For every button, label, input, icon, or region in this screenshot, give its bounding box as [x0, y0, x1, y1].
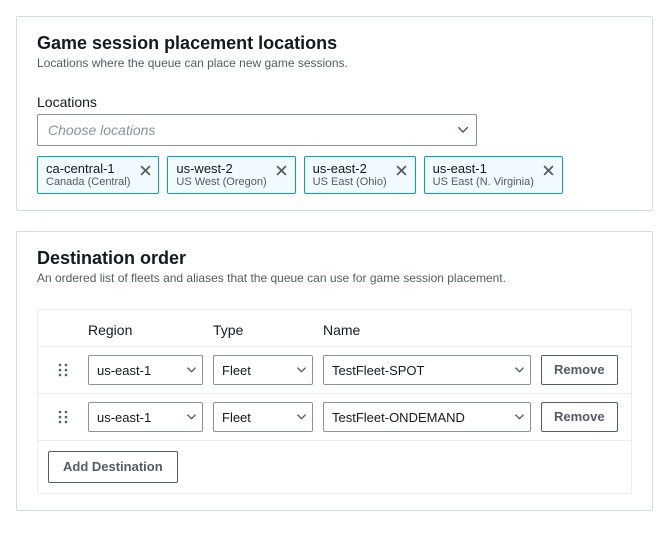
token-name: US West (Oregon) [176, 176, 266, 189]
destination-order-panel: Destination order An ordered list of fle… [16, 231, 653, 511]
placement-desc: Locations where the queue can place new … [37, 56, 632, 70]
token-code: ca-central-1 [46, 161, 130, 176]
token-name: US East (N. Virginia) [433, 176, 534, 189]
col-header-region: Region [88, 322, 203, 338]
locations-placeholder: Choose locations [48, 122, 155, 138]
destination-title: Destination order [37, 248, 632, 269]
region-value: us-east-1 [97, 410, 151, 425]
drag-handle-icon[interactable] [58, 363, 68, 377]
chevron-down-icon [515, 368, 524, 373]
name-select[interactable]: TestFleet-SPOT [323, 355, 531, 385]
region-select[interactable]: us-east-1 [88, 402, 203, 432]
chevron-down-icon [297, 368, 306, 373]
close-icon[interactable] [273, 161, 291, 179]
location-token: us-east-1 US East (N. Virginia) [424, 156, 563, 194]
token-code: us-east-2 [313, 161, 387, 176]
region-value: us-east-1 [97, 363, 151, 378]
location-token: us-east-2 US East (Ohio) [304, 156, 416, 194]
token-code: us-west-2 [176, 161, 266, 176]
placement-title: Game session placement locations [37, 33, 632, 54]
location-tokens: ca-central-1 Canada (Central) us-west-2 … [37, 156, 632, 194]
col-header-type: Type [213, 322, 313, 338]
name-value: TestFleet-ONDEMAND [332, 410, 465, 425]
type-select[interactable]: Fleet [213, 402, 313, 432]
table-header-row: Region Type Name [38, 310, 631, 346]
col-header-name: Name [323, 322, 531, 338]
location-token: ca-central-1 Canada (Central) [37, 156, 159, 194]
chevron-down-icon [187, 415, 196, 420]
add-destination-button[interactable]: Add Destination [48, 451, 178, 483]
token-name: US East (Ohio) [313, 176, 387, 189]
chevron-down-icon [515, 415, 524, 420]
name-value: TestFleet-SPOT [332, 363, 424, 378]
table-row: us-east-1 Fleet TestFleet-ONDEMAND [38, 393, 631, 440]
region-select[interactable]: us-east-1 [88, 355, 203, 385]
drag-handle-icon[interactable] [58, 410, 68, 424]
locations-trigger[interactable]: Choose locations [37, 114, 477, 146]
locations-multiselect[interactable]: Choose locations [37, 114, 477, 146]
type-value: Fleet [222, 363, 251, 378]
placement-locations-panel: Game session placement locations Locatio… [16, 16, 653, 211]
name-select[interactable]: TestFleet-ONDEMAND [323, 402, 531, 432]
token-code: us-east-1 [433, 161, 534, 176]
destination-desc: An ordered list of fleets and aliases th… [37, 271, 632, 285]
location-token: us-west-2 US West (Oregon) [167, 156, 295, 194]
table-row: us-east-1 Fleet TestFleet-SPOT [38, 346, 631, 393]
close-icon[interactable] [393, 161, 411, 179]
chevron-down-icon [458, 127, 468, 133]
remove-button[interactable]: Remove [541, 355, 618, 385]
close-icon[interactable] [540, 161, 558, 179]
close-icon[interactable] [136, 161, 154, 179]
chevron-down-icon [297, 415, 306, 420]
locations-label: Locations [37, 94, 632, 110]
destination-table: Region Type Name us-east-1 [37, 309, 632, 494]
type-value: Fleet [222, 410, 251, 425]
type-select[interactable]: Fleet [213, 355, 313, 385]
token-name: Canada (Central) [46, 176, 130, 189]
remove-button[interactable]: Remove [541, 402, 618, 432]
chevron-down-icon [187, 368, 196, 373]
